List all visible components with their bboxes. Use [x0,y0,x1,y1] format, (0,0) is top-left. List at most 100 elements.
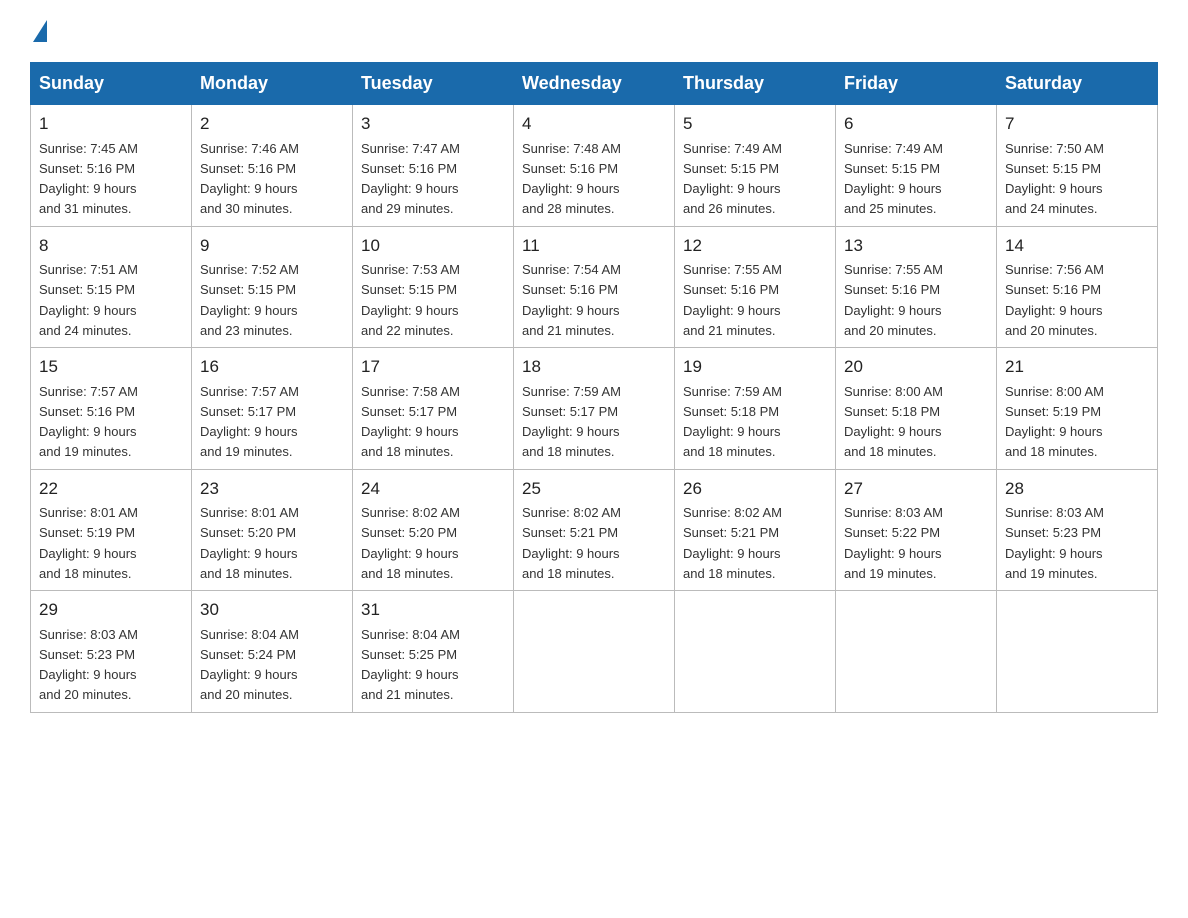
calendar-cell: 7 Sunrise: 7:50 AMSunset: 5:15 PMDayligh… [997,105,1158,227]
day-number: 19 [683,354,827,380]
day-info: Sunrise: 7:57 AMSunset: 5:17 PMDaylight:… [200,384,299,460]
calendar-cell: 8 Sunrise: 7:51 AMSunset: 5:15 PMDayligh… [31,226,192,348]
day-info: Sunrise: 7:58 AMSunset: 5:17 PMDaylight:… [361,384,460,460]
calendar-header-sunday: Sunday [31,63,192,105]
day-number: 25 [522,476,666,502]
day-info: Sunrise: 8:04 AMSunset: 5:25 PMDaylight:… [361,627,460,703]
calendar-cell [514,591,675,713]
day-info: Sunrise: 8:03 AMSunset: 5:23 PMDaylight:… [39,627,138,703]
day-info: Sunrise: 7:48 AMSunset: 5:16 PMDaylight:… [522,141,621,217]
day-number: 23 [200,476,344,502]
calendar-cell: 15 Sunrise: 7:57 AMSunset: 5:16 PMDaylig… [31,348,192,470]
day-info: Sunrise: 7:53 AMSunset: 5:15 PMDaylight:… [361,262,460,338]
day-number: 11 [522,233,666,259]
calendar-week-row: 8 Sunrise: 7:51 AMSunset: 5:15 PMDayligh… [31,226,1158,348]
calendar-cell: 30 Sunrise: 8:04 AMSunset: 5:24 PMDaylig… [192,591,353,713]
day-number: 16 [200,354,344,380]
day-info: Sunrise: 7:47 AMSunset: 5:16 PMDaylight:… [361,141,460,217]
calendar-cell: 20 Sunrise: 8:00 AMSunset: 5:18 PMDaylig… [836,348,997,470]
day-info: Sunrise: 8:00 AMSunset: 5:18 PMDaylight:… [844,384,943,460]
day-number: 4 [522,111,666,137]
day-number: 2 [200,111,344,137]
calendar-week-row: 22 Sunrise: 8:01 AMSunset: 5:19 PMDaylig… [31,469,1158,591]
day-number: 3 [361,111,505,137]
calendar-cell: 27 Sunrise: 8:03 AMSunset: 5:22 PMDaylig… [836,469,997,591]
day-number: 1 [39,111,183,137]
day-number: 21 [1005,354,1149,380]
calendar-cell: 29 Sunrise: 8:03 AMSunset: 5:23 PMDaylig… [31,591,192,713]
day-number: 18 [522,354,666,380]
day-info: Sunrise: 7:46 AMSunset: 5:16 PMDaylight:… [200,141,299,217]
calendar-cell: 3 Sunrise: 7:47 AMSunset: 5:16 PMDayligh… [353,105,514,227]
calendar-cell: 18 Sunrise: 7:59 AMSunset: 5:17 PMDaylig… [514,348,675,470]
day-number: 5 [683,111,827,137]
day-info: Sunrise: 7:45 AMSunset: 5:16 PMDaylight:… [39,141,138,217]
day-number: 24 [361,476,505,502]
day-info: Sunrise: 7:49 AMSunset: 5:15 PMDaylight:… [683,141,782,217]
calendar-cell: 19 Sunrise: 7:59 AMSunset: 5:18 PMDaylig… [675,348,836,470]
day-info: Sunrise: 8:03 AMSunset: 5:22 PMDaylight:… [844,505,943,581]
calendar-cell: 13 Sunrise: 7:55 AMSunset: 5:16 PMDaylig… [836,226,997,348]
page-header [30,20,1158,42]
calendar-cell: 6 Sunrise: 7:49 AMSunset: 5:15 PMDayligh… [836,105,997,227]
day-number: 22 [39,476,183,502]
calendar-header-tuesday: Tuesday [353,63,514,105]
calendar-header-wednesday: Wednesday [514,63,675,105]
day-number: 20 [844,354,988,380]
day-info: Sunrise: 7:49 AMSunset: 5:15 PMDaylight:… [844,141,943,217]
day-number: 27 [844,476,988,502]
day-info: Sunrise: 7:50 AMSunset: 5:15 PMDaylight:… [1005,141,1104,217]
day-number: 31 [361,597,505,623]
calendar-cell: 4 Sunrise: 7:48 AMSunset: 5:16 PMDayligh… [514,105,675,227]
day-info: Sunrise: 8:02 AMSunset: 5:21 PMDaylight:… [522,505,621,581]
calendar-cell: 26 Sunrise: 8:02 AMSunset: 5:21 PMDaylig… [675,469,836,591]
day-number: 10 [361,233,505,259]
calendar-header-row: SundayMondayTuesdayWednesdayThursdayFrid… [31,63,1158,105]
calendar-cell: 2 Sunrise: 7:46 AMSunset: 5:16 PMDayligh… [192,105,353,227]
day-info: Sunrise: 7:55 AMSunset: 5:16 PMDaylight:… [844,262,943,338]
calendar-table: SundayMondayTuesdayWednesdayThursdayFrid… [30,62,1158,713]
calendar-cell: 31 Sunrise: 8:04 AMSunset: 5:25 PMDaylig… [353,591,514,713]
calendar-cell: 22 Sunrise: 8:01 AMSunset: 5:19 PMDaylig… [31,469,192,591]
calendar-cell: 1 Sunrise: 7:45 AMSunset: 5:16 PMDayligh… [31,105,192,227]
day-info: Sunrise: 7:56 AMSunset: 5:16 PMDaylight:… [1005,262,1104,338]
day-number: 17 [361,354,505,380]
calendar-cell: 21 Sunrise: 8:00 AMSunset: 5:19 PMDaylig… [997,348,1158,470]
day-number: 29 [39,597,183,623]
day-info: Sunrise: 7:59 AMSunset: 5:17 PMDaylight:… [522,384,621,460]
day-number: 8 [39,233,183,259]
day-number: 7 [1005,111,1149,137]
calendar-week-row: 15 Sunrise: 7:57 AMSunset: 5:16 PMDaylig… [31,348,1158,470]
day-number: 28 [1005,476,1149,502]
calendar-cell: 23 Sunrise: 8:01 AMSunset: 5:20 PMDaylig… [192,469,353,591]
calendar-cell: 25 Sunrise: 8:02 AMSunset: 5:21 PMDaylig… [514,469,675,591]
day-info: Sunrise: 8:02 AMSunset: 5:21 PMDaylight:… [683,505,782,581]
calendar-cell: 10 Sunrise: 7:53 AMSunset: 5:15 PMDaylig… [353,226,514,348]
day-info: Sunrise: 8:01 AMSunset: 5:20 PMDaylight:… [200,505,299,581]
day-info: Sunrise: 7:59 AMSunset: 5:18 PMDaylight:… [683,384,782,460]
day-info: Sunrise: 8:04 AMSunset: 5:24 PMDaylight:… [200,627,299,703]
calendar-cell: 28 Sunrise: 8:03 AMSunset: 5:23 PMDaylig… [997,469,1158,591]
calendar-cell: 12 Sunrise: 7:55 AMSunset: 5:16 PMDaylig… [675,226,836,348]
calendar-cell [997,591,1158,713]
day-info: Sunrise: 8:01 AMSunset: 5:19 PMDaylight:… [39,505,138,581]
calendar-week-row: 29 Sunrise: 8:03 AMSunset: 5:23 PMDaylig… [31,591,1158,713]
logo [30,20,47,42]
day-number: 13 [844,233,988,259]
calendar-header-friday: Friday [836,63,997,105]
logo-top [30,20,47,42]
day-number: 6 [844,111,988,137]
calendar-cell: 17 Sunrise: 7:58 AMSunset: 5:17 PMDaylig… [353,348,514,470]
calendar-header-monday: Monday [192,63,353,105]
day-info: Sunrise: 7:57 AMSunset: 5:16 PMDaylight:… [39,384,138,460]
day-info: Sunrise: 7:55 AMSunset: 5:16 PMDaylight:… [683,262,782,338]
calendar-week-row: 1 Sunrise: 7:45 AMSunset: 5:16 PMDayligh… [31,105,1158,227]
day-number: 12 [683,233,827,259]
day-number: 9 [200,233,344,259]
calendar-cell: 5 Sunrise: 7:49 AMSunset: 5:15 PMDayligh… [675,105,836,227]
day-info: Sunrise: 7:51 AMSunset: 5:15 PMDaylight:… [39,262,138,338]
calendar-cell: 9 Sunrise: 7:52 AMSunset: 5:15 PMDayligh… [192,226,353,348]
day-info: Sunrise: 8:02 AMSunset: 5:20 PMDaylight:… [361,505,460,581]
calendar-header-thursday: Thursday [675,63,836,105]
day-number: 26 [683,476,827,502]
